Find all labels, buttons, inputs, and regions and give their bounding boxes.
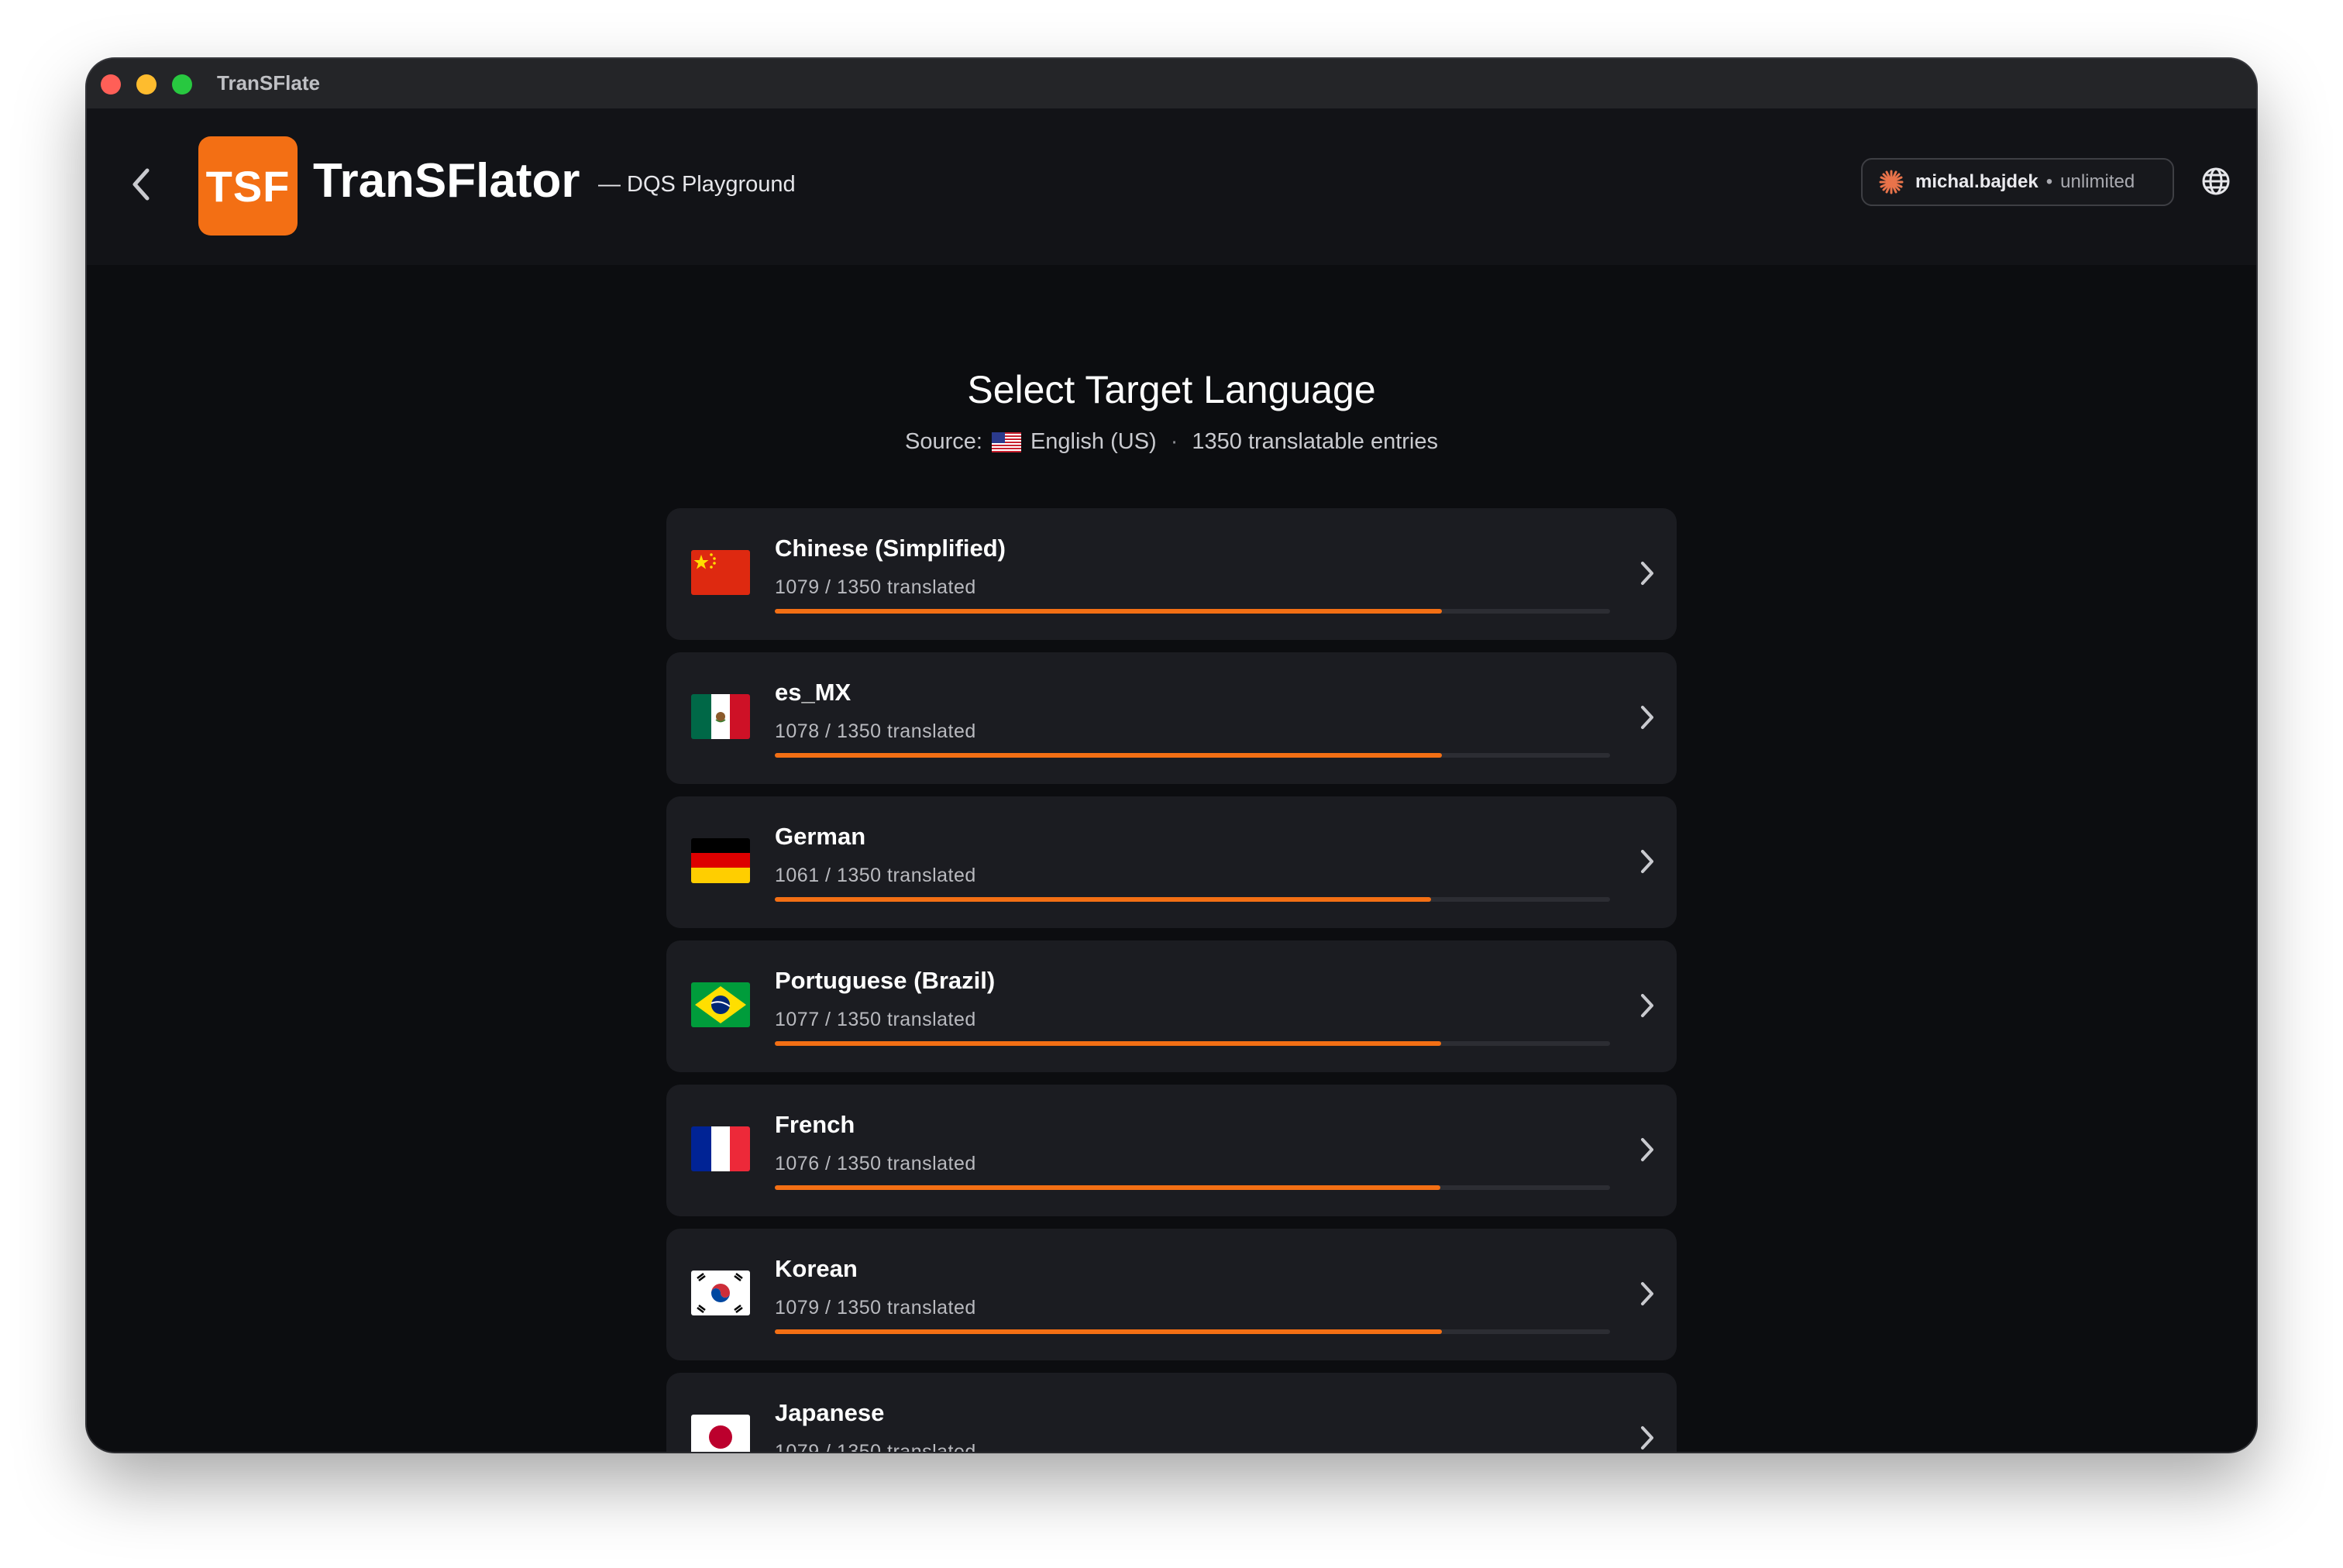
chevron-right-icon [1632,558,1663,589]
chevron-right-icon [1632,1278,1663,1309]
progress-bar [775,1185,1610,1190]
user-badge[interactable]: michal.bajdek • unlimited [1861,158,2174,206]
translation-count: 1079 / 1350 translated [775,1297,976,1319]
user-separator: • [2045,171,2053,192]
language-list: Chinese (Simplified) 1079 / 1350 transla… [666,508,1677,1452]
app-window: TranSFlate TSF TranSFlator — DQS Playgro… [87,59,2256,1452]
korea-flag-icon [691,1271,750,1315]
source-separator: · [1170,429,1178,454]
back-button[interactable] [118,161,164,208]
language-row-chinese-simplified[interactable]: Chinese (Simplified) 1079 / 1350 transla… [666,508,1677,640]
source-info: Source: English (US) · 1350 translatable… [87,429,2256,455]
chevron-right-icon [1632,1134,1663,1165]
translation-count: 1079 / 1350 translated [775,1441,976,1452]
language-settings-button[interactable] [2197,163,2235,200]
chevron-right-icon [1632,846,1663,877]
chevron-right-icon [1632,990,1663,1021]
user-plan: unlimited [2060,171,2135,192]
app-name: TranSFlator [313,154,580,208]
minimize-window-button[interactable] [136,74,157,95]
app-subtitle: — DQS Playground [598,172,796,197]
user-name: michal.bajdek [1915,171,2039,192]
language-row-japanese[interactable]: Japanese 1079 / 1350 translated [666,1373,1677,1452]
china-flag-icon [691,550,750,595]
language-name: Korean [775,1255,858,1282]
france-flag-icon [691,1126,750,1171]
chevron-left-icon [132,168,150,201]
close-window-button[interactable] [101,74,121,95]
sparkle-icon [1879,170,1904,194]
progress-fill [775,1329,1443,1334]
progress-fill [775,753,1443,758]
language-name: es_MX [775,679,852,706]
language-row-french[interactable]: French 1076 / 1350 translated [666,1085,1677,1216]
germany-flag-icon [691,838,750,883]
language-name: Japanese [775,1399,885,1426]
source-language: English (US) [1030,429,1157,454]
language-row-korean[interactable]: Korean 1079 / 1350 translated [666,1229,1677,1360]
app-logo: TSF [198,136,298,236]
translation-count: 1061 / 1350 translated [775,865,976,886]
language-row-german[interactable]: German 1061 / 1350 translated [666,796,1677,928]
language-row-es-mx[interactable]: es_MX 1078 / 1350 translated [666,652,1677,784]
language-name: French [775,1111,855,1138]
globe-icon [2202,167,2230,195]
language-name: German [775,823,866,850]
language-row-portuguese-brazil[interactable]: Portuguese (Brazil) 1077 / 1350 translat… [666,940,1677,1072]
progress-bar [775,753,1610,758]
source-label: Source: [904,429,982,454]
progress-fill [775,1041,1442,1046]
main-content: Select Target Language Source: English (… [87,265,2256,1452]
translation-count: 1076 / 1350 translated [775,1153,976,1174]
progress-bar [775,897,1610,902]
app-header: TSF TranSFlator — DQS Playground michal.… [87,108,2256,265]
progress-bar [775,1041,1610,1046]
progress-bar [775,1329,1610,1334]
progress-bar [775,609,1610,614]
progress-fill [775,1185,1441,1190]
entry-count: 1350 translatable entries [1192,429,1438,454]
brazil-flag-icon [691,982,750,1027]
chevron-right-icon [1632,1422,1663,1452]
page-title: Select Target Language [967,368,1376,411]
japan-flag-icon [691,1415,750,1452]
progress-fill [775,897,1432,902]
maximize-window-button[interactable] [172,74,192,95]
us-flag-icon [991,432,1021,452]
translation-count: 1077 / 1350 translated [775,1009,976,1030]
translation-count: 1079 / 1350 translated [775,576,976,598]
progress-fill [775,609,1443,614]
title-bar: TranSFlate [87,59,2256,110]
window-title: TranSFlate [217,71,320,95]
translation-count: 1078 / 1350 translated [775,720,976,742]
mexico-flag-icon [691,694,750,739]
language-name: Chinese (Simplified) [775,535,1006,562]
language-name: Portuguese (Brazil) [775,967,996,994]
chevron-right-icon [1632,702,1663,733]
